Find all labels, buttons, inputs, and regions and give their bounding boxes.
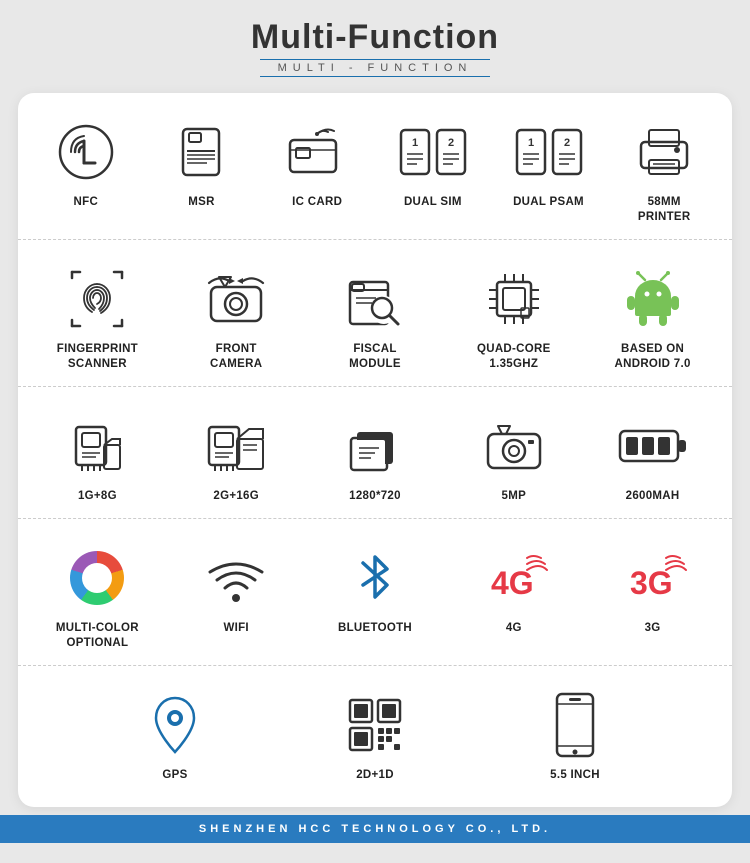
header-subtitle: MULTI - FUNCTION <box>260 59 491 77</box>
dualsim-label: DUAL SIM <box>404 195 462 210</box>
memory1-icon <box>62 411 132 481</box>
fingerprint-icon <box>62 264 132 334</box>
feature-iccard: IC CARD <box>259 111 375 225</box>
2g16g-label: 2G+16G <box>213 489 259 504</box>
1g8g-label: 1G+8G <box>78 489 117 504</box>
camera5mp-icon <box>479 411 549 481</box>
msr-label: MSR <box>188 195 214 210</box>
feature-android: BASED ONANDROID 7.0 <box>583 258 722 372</box>
feature-frontcam: FRONTCAMERA <box>167 258 306 372</box>
resolution-icon <box>340 411 410 481</box>
feature-2g16g: 2G+16G <box>167 405 306 504</box>
svg-text:1: 1 <box>527 137 533 149</box>
wifi-label: WIFI <box>223 621 248 636</box>
feature-barcode: 2D+1D <box>275 684 475 783</box>
iccard-label: IC CARD <box>292 195 342 210</box>
header: Multi-Function MULTI - FUNCTION <box>0 0 750 85</box>
gps-icon <box>140 690 210 760</box>
4g-icon: 4G <box>479 543 549 613</box>
barcode-label: 2D+1D <box>356 768 394 783</box>
title-text: Multi-Function <box>251 18 499 56</box>
feature-multicolor: MULTI-COLOROPTIONAL <box>28 537 167 651</box>
feature-nfc: NFC <box>28 111 144 225</box>
footer-text: SHENZHEN HCC TECHNOLOGY CO., LTD. <box>199 823 551 835</box>
feature-wifi: WIFI <box>167 537 306 651</box>
phone55-icon <box>540 690 610 760</box>
android-icon <box>618 264 688 334</box>
feature-1g8g: 1G+8G <box>28 405 167 504</box>
5mp-label: 5MP <box>502 489 527 504</box>
iccard-icon <box>282 117 352 187</box>
page-wrapper: Multi-Function MULTI - FUNCTION NFC <box>0 0 750 853</box>
fiscal-icon <box>340 264 410 334</box>
feature-bluetooth: BLUETOOTH <box>306 537 445 651</box>
main-card: NFC MSR <box>18 93 732 807</box>
3g-icon: 3G <box>618 543 688 613</box>
dualpsam-icon: 1 2 <box>514 117 584 187</box>
svg-text:2: 2 <box>448 137 454 149</box>
bluetooth-icon <box>340 543 410 613</box>
feature-3g: 3G 3G <box>583 537 722 651</box>
msr-icon <box>166 117 236 187</box>
memory2-icon <box>201 411 271 481</box>
feature-dualsim: 1 2 DUAL SIM <box>375 111 491 225</box>
dualsim-icon: 1 2 <box>398 117 468 187</box>
nfc-label: NFC <box>74 195 99 210</box>
footer-bar: SHENZHEN HCC TECHNOLOGY CO., LTD. <box>0 815 750 843</box>
multicolor-label: MULTI-COLOROPTIONAL <box>56 621 139 651</box>
feature-row-5: GPS <box>18 666 732 797</box>
feature-msr: MSR <box>144 111 260 225</box>
svg-text:4G: 4G <box>491 565 534 601</box>
android-label: BASED ONANDROID 7.0 <box>615 342 691 372</box>
printer-label: 58MMPRINTER <box>638 195 691 225</box>
feature-gps: GPS <box>75 684 275 783</box>
quadcore-label: QUAD-CORE1.35GHZ <box>477 342 551 372</box>
fiscal-label: FISCALMODULE <box>349 342 401 372</box>
feature-4g: 4G 4G <box>444 537 583 651</box>
feature-printer: 58MMPRINTER <box>606 111 722 225</box>
55inch-label: 5.5 INCH <box>550 768 600 783</box>
feature-quadcore: QUAD-CORE1.35GHZ <box>444 258 583 372</box>
quadcore-icon <box>479 264 549 334</box>
fingerprint-label: FINGERPRINTSCANNER <box>57 342 138 372</box>
svg-text:2: 2 <box>563 137 569 149</box>
frontcam-icon <box>201 264 271 334</box>
resolution-label: 1280*720 <box>349 489 401 504</box>
battery-label: 2600MAH <box>626 489 680 504</box>
3g-label: 3G <box>645 621 661 636</box>
page-title: Multi-Function <box>0 18 750 57</box>
gps-label: GPS <box>162 768 187 783</box>
frontcam-label: FRONTCAMERA <box>210 342 262 372</box>
multicolor-icon <box>62 543 132 613</box>
dualpsam-label: DUAL PSAM <box>513 195 584 210</box>
feature-battery: 2600MAH <box>583 405 722 504</box>
feature-5mp: 5MP <box>444 405 583 504</box>
bluetooth-label: BLUETOOTH <box>338 621 412 636</box>
feature-row-1: NFC MSR <box>18 93 732 240</box>
svg-text:3G: 3G <box>630 565 673 601</box>
battery-icon <box>618 411 688 481</box>
nfc-icon <box>51 117 121 187</box>
svg-text:1: 1 <box>412 137 418 149</box>
barcode-icon <box>340 690 410 760</box>
feature-fiscal: FISCALMODULE <box>306 258 445 372</box>
feature-55inch: 5.5 INCH <box>475 684 675 783</box>
feature-dualpsam: 1 2 DUAL PSAM <box>491 111 607 225</box>
printer-icon <box>629 117 699 187</box>
feature-row-3: 1G+8G <box>18 387 732 519</box>
feature-row-4: MULTI-COLOROPTIONAL WIFI <box>18 519 732 666</box>
wifi-icon <box>201 543 271 613</box>
4g-label: 4G <box>506 621 522 636</box>
feature-resolution: 1280*720 <box>306 405 445 504</box>
feature-fingerprint: FINGERPRINTSCANNER <box>28 258 167 372</box>
feature-row-2: FINGERPRINTSCANNER <box>18 240 732 387</box>
